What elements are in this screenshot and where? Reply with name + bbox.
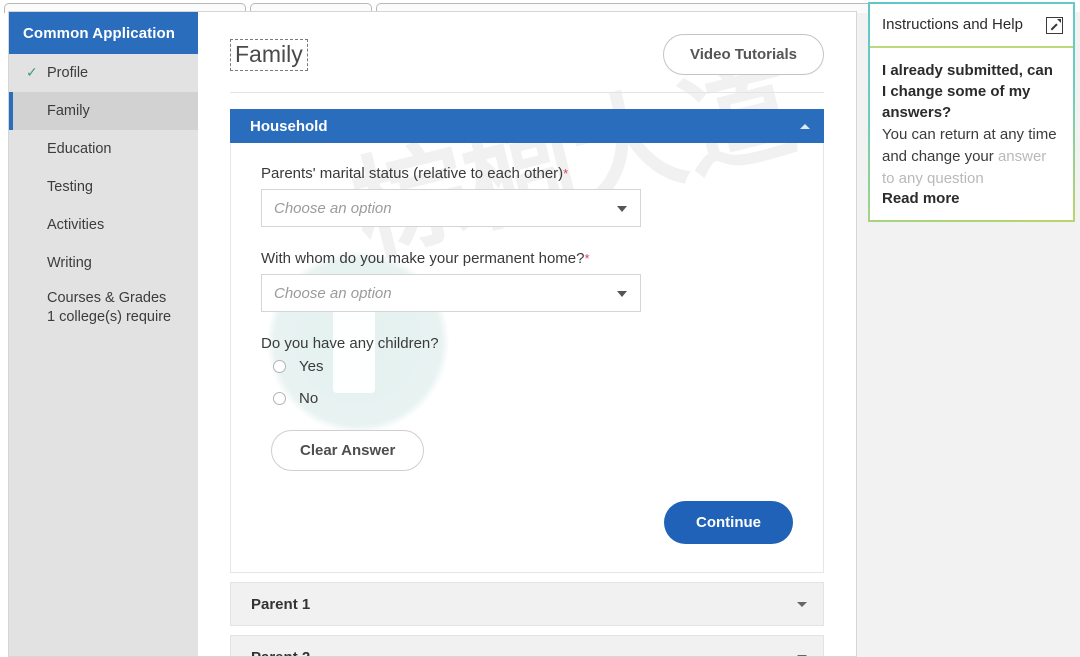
application-window: Common Application ✓ Profile Family Educ…	[8, 11, 857, 657]
permanent-home-select[interactable]: Choose an option	[261, 274, 641, 312]
household-accordion-header[interactable]: Household	[230, 109, 824, 143]
chevron-down-icon[interactable]	[797, 654, 807, 656]
required-asterisk: *	[563, 166, 569, 181]
header-divider	[230, 92, 824, 93]
children-question-group: Do you have any children? Yes No Clear A…	[261, 335, 793, 471]
help-question: I already submitted, can I change some o…	[882, 62, 1053, 121]
content-pane: 棕榈大道 Family Video Tutorials Household Pa…	[198, 12, 856, 656]
marital-status-label-text: Parents' marital status (relative to eac…	[261, 165, 564, 182]
sidebar: Common Application ✓ Profile Family Educ…	[9, 12, 198, 656]
sidebar-item-label: Family	[47, 102, 90, 119]
sidebar-item-family[interactable]: Family	[9, 92, 198, 130]
children-option-yes[interactable]: Yes	[261, 354, 793, 378]
sidebar-item-label: Writing	[47, 254, 92, 271]
permanent-home-placeholder: Choose an option	[274, 284, 392, 302]
marital-status-placeholder: Choose an option	[274, 199, 392, 217]
instructions-help-panel: Instructions and Help I already submitte…	[868, 2, 1075, 222]
permanent-home-label-text: With whom do you make your permanent hom…	[261, 250, 585, 267]
video-tutorials-button[interactable]: Video Tutorials	[663, 34, 824, 75]
help-answer: You can return at any time and change yo…	[882, 124, 1061, 190]
check-icon: ✓	[26, 64, 38, 80]
children-question-label: Do you have any children?	[261, 335, 439, 352]
page-title: Family	[230, 38, 308, 71]
sidebar-item-activities[interactable]: Activities	[9, 206, 198, 244]
continue-row: Continue	[261, 501, 793, 544]
children-option-yes-label: Yes	[299, 357, 324, 375]
permanent-home-label: With whom do you make your permanent hom…	[261, 250, 793, 267]
clear-answer-button[interactable]: Clear Answer	[271, 430, 425, 471]
children-option-no[interactable]: No	[261, 386, 793, 410]
radio-icon[interactable]	[273, 391, 286, 405]
sidebar-item-writing[interactable]: Writing	[9, 244, 198, 282]
parent-2-label: Parent 2	[251, 649, 310, 657]
radio-icon[interactable]	[273, 359, 286, 373]
sidebar-item-label: Profile	[47, 64, 89, 81]
page-header: Family Video Tutorials	[198, 12, 856, 75]
marital-status-field: Parents' marital status (relative to eac…	[261, 165, 793, 227]
chevron-down-icon[interactable]	[797, 601, 807, 607]
required-asterisk: *	[584, 251, 590, 266]
read-more-link[interactable]: Read more	[882, 190, 1061, 207]
permanent-home-field: With whom do you make your permanent hom…	[261, 250, 793, 312]
household-accordion: Household Parents' marital status (relat…	[230, 109, 824, 573]
sidebar-brand: Common Application	[9, 12, 198, 54]
sidebar-item-testing[interactable]: Testing	[9, 168, 198, 206]
sidebar-item-profile[interactable]: ✓ Profile	[9, 54, 198, 92]
help-panel-header[interactable]: Instructions and Help	[870, 4, 1073, 48]
parent-2-section[interactable]: Parent 2	[230, 635, 824, 656]
chevron-down-icon	[617, 291, 627, 297]
sidebar-item-courses-grades[interactable]: Courses & Grades 1 college(s) require	[9, 282, 198, 334]
children-option-no-label: No	[299, 389, 319, 407]
sidebar-item-label: Courses & Grades	[47, 290, 167, 306]
marital-status-label: Parents' marital status (relative to eac…	[261, 165, 793, 182]
parent-1-label: Parent 1	[251, 595, 311, 613]
sidebar-item-label: Testing	[47, 178, 93, 195]
chevron-down-icon	[617, 206, 627, 212]
chevron-up-icon[interactable]	[800, 123, 810, 129]
sidebar-item-education[interactable]: Education	[9, 130, 198, 168]
household-accordion-title: Household	[250, 117, 328, 135]
sidebar-item-label: Education	[47, 140, 112, 157]
continue-button[interactable]: Continue	[664, 501, 793, 544]
parent-1-section[interactable]: Parent 1	[230, 582, 824, 626]
sidebar-item-label: Activities	[47, 216, 105, 233]
help-panel-body: I already submitted, can I change some o…	[870, 48, 1073, 220]
sidebar-item-sublabel: 1 college(s) require	[47, 309, 172, 325]
marital-status-select[interactable]: Choose an option	[261, 189, 641, 227]
sidebar-brand-label: Common Application	[23, 24, 176, 42]
external-link-icon[interactable]	[1046, 17, 1063, 34]
household-accordion-body: Parents' marital status (relative to eac…	[230, 143, 824, 573]
help-panel-title: Instructions and Help	[882, 16, 1023, 33]
